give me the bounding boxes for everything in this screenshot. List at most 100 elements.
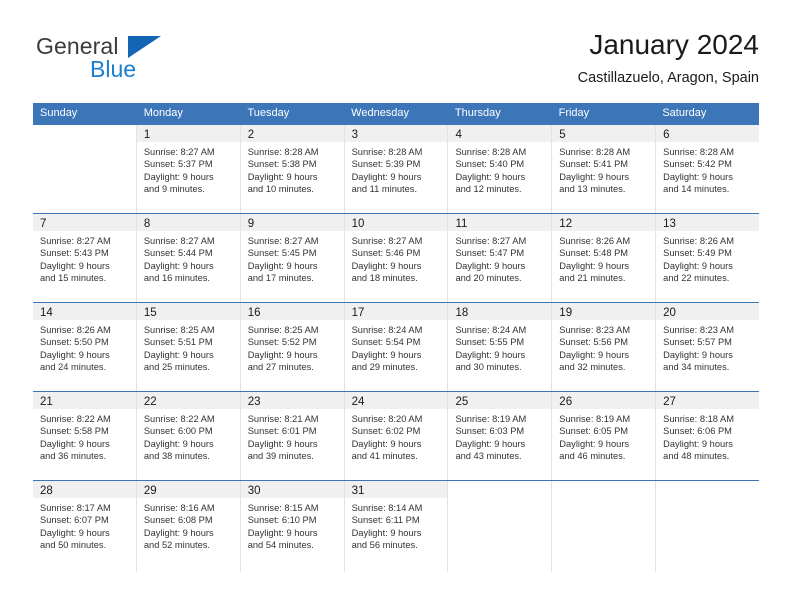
calendar-day-cell[interactable]: 21 Sunrise: 8:22 AM Sunset: 5:58 PM Dayligh… <box>33 392 137 480</box>
daylight-text-line2: and 10 minutes. <box>247 184 314 195</box>
day-details: Sunrise: 8:27 AM Sunset: 5:45 PM Daylight:… <box>241 231 344 285</box>
calendar-week-row: 7 Sunrise: 8:27 AM Sunset: 5:43 PM Daylight… <box>33 213 760 302</box>
calendar-day-cell[interactable]: 29 Sunrise: 8:16 AM Sunset: 6:08 PM Dayligh… <box>136 481 241 572</box>
sunset-text: Sunset: 5:51 PM <box>143 337 213 348</box>
day-number-band: 26 <box>552 392 656 409</box>
weekday-header-tuesday: Tuesday <box>247 107 290 119</box>
calendar-day-cell[interactable]: 31 Sunrise: 8:14 AM Sunset: 6:11 PM Dayligh… <box>344 481 449 572</box>
sunrise-text: Sunrise: 8:27 AM <box>455 236 527 246</box>
day-details <box>552 498 655 502</box>
day-details <box>656 498 759 502</box>
daylight-text-line2: and 27 minutes. <box>247 362 314 373</box>
day-details: Sunrise: 8:16 AM Sunset: 6:08 PM Daylight:… <box>137 498 240 552</box>
calendar-day-cell[interactable]: 24 Sunrise: 8:20 AM Sunset: 6:02 PM Dayligh… <box>344 392 449 480</box>
sunset-text: Sunset: 6:07 PM <box>40 515 109 526</box>
day-number: 3 <box>351 129 358 141</box>
calendar-day-cell-empty <box>33 125 137 213</box>
daylight-text-line1: Daylight: 9 hours <box>351 171 422 182</box>
day-number-band: 10 <box>344 214 448 231</box>
calendar-day-cell[interactable]: 17 Sunrise: 8:24 AM Sunset: 5:54 PM Dayligh… <box>344 303 449 391</box>
daylight-text-line2: and 46 minutes. <box>559 451 626 462</box>
calendar-day-cell[interactable]: 18 Sunrise: 8:24 AM Sunset: 5:55 PM Dayligh… <box>448 303 553 391</box>
weekday-header-sunday: Sunday <box>40 107 78 119</box>
sunset-text: Sunset: 6:01 PM <box>247 426 317 437</box>
daylight-text-line2: and 15 minutes. <box>40 273 107 284</box>
daylight-text-line2: and 20 minutes. <box>455 273 522 284</box>
day-details: Sunrise: 8:22 AM Sunset: 5:58 PM Daylight:… <box>33 409 136 463</box>
day-details: Sunrise: 8:27 AM Sunset: 5:44 PM Daylight:… <box>137 231 240 285</box>
day-number-band: 29 <box>136 481 240 498</box>
calendar-day-cell[interactable]: 25 Sunrise: 8:19 AM Sunset: 6:03 PM Dayligh… <box>448 392 553 480</box>
calendar-day-cell[interactable]: 16 Sunrise: 8:25 AM Sunset: 5:52 PM Dayligh… <box>240 303 345 391</box>
day-number-band: 4 <box>448 125 552 142</box>
daylight-text-line1: Daylight: 9 hours <box>455 349 526 360</box>
calendar-day-cell[interactable]: 13 Sunrise: 8:26 AM Sunset: 5:49 PM Dayligh… <box>656 214 760 302</box>
calendar-day-cell[interactable]: 14 Sunrise: 8:26 AM Sunset: 5:50 PM Dayligh… <box>33 303 137 391</box>
calendar-day-cell[interactable]: 4 Sunrise: 8:28 AM Sunset: 5:40 PM Daylight… <box>448 125 553 213</box>
daylight-text-line1: Daylight: 9 hours <box>351 349 422 360</box>
calendar-week-row: 14 Sunrise: 8:26 AM Sunset: 5:50 PM Dayligh… <box>33 302 760 391</box>
weekday-header-friday: Friday <box>558 107 590 119</box>
daylight-text-line1: Daylight: 9 hours <box>559 171 630 182</box>
weekday-header-thursday: Thursday <box>454 107 501 119</box>
calendar-day-cell[interactable]: 8 Sunrise: 8:27 AM Sunset: 5:44 PM Daylight… <box>136 214 241 302</box>
sunset-text: Sunset: 6:08 PM <box>143 515 213 526</box>
sunrise-text: Sunrise: 8:25 AM <box>247 325 319 335</box>
day-number-band: 21 <box>33 392 136 409</box>
logo-text-blue: Blue <box>90 56 137 82</box>
calendar-day-cell[interactable]: 27 Sunrise: 8:18 AM Sunset: 6:06 PM Dayligh… <box>656 392 760 480</box>
day-number-band: 11 <box>448 214 552 231</box>
daylight-text-line2: and 39 minutes. <box>247 451 314 462</box>
sunset-text: Sunset: 5:48 PM <box>559 248 629 259</box>
day-number: 4 <box>455 129 462 141</box>
daylight-text-line1: Daylight: 9 hours <box>559 260 630 271</box>
day-number-band: 2 <box>240 125 344 142</box>
day-number: 2 <box>247 129 255 141</box>
daylight-text-line2: and 18 minutes. <box>351 273 418 284</box>
calendar-day-cell[interactable]: 7 Sunrise: 8:27 AM Sunset: 5:43 PM Daylight… <box>33 214 137 302</box>
title-block: January 2024 Castillazuelo, Aragon, Spai… <box>578 28 759 88</box>
sunset-text: Sunset: 5:38 PM <box>247 159 317 170</box>
daylight-text-line2: and 16 minutes. <box>143 273 211 284</box>
sunset-text: Sunset: 6:00 PM <box>143 426 213 437</box>
calendar-day-cell[interactable]: 23 Sunrise: 8:21 AM Sunset: 6:01 PM Dayligh… <box>240 392 345 480</box>
day-number: 19 <box>559 307 573 319</box>
calendar-day-cell[interactable]: 6 Sunrise: 8:28 AM Sunset: 5:42 PM Daylight… <box>656 125 760 213</box>
day-number: 24 <box>351 396 365 408</box>
calendar-day-cell[interactable]: 28 Sunrise: 8:17 AM Sunset: 6:07 PM Dayligh… <box>33 481 137 572</box>
daylight-text-line1: Daylight: 9 hours <box>455 260 526 271</box>
calendar-day-cell[interactable]: 10 Sunrise: 8:27 AM Sunset: 5:46 PM Dayligh… <box>344 214 449 302</box>
calendar-day-cell[interactable]: 2 Sunrise: 8:28 AM Sunset: 5:38 PM Daylight… <box>240 125 345 213</box>
daylight-text-line1: Daylight: 9 hours <box>663 260 733 271</box>
sunset-text: Sunset: 6:05 PM <box>559 426 629 437</box>
calendar-day-cell[interactable]: 1 Sunrise: 8:27 AM Sunset: 5:37 PM Daylight… <box>136 125 241 213</box>
calendar-day-cell[interactable]: 11 Sunrise: 8:27 AM Sunset: 5:47 PM Dayligh… <box>448 214 553 302</box>
day-number-band: 16 <box>240 303 344 320</box>
day-details <box>448 498 551 502</box>
calendar-day-cell[interactable]: 22 Sunrise: 8:22 AM Sunset: 6:00 PM Dayligh… <box>136 392 241 480</box>
day-number: 13 <box>663 218 676 230</box>
calendar-day-cell[interactable]: 9 Sunrise: 8:27 AM Sunset: 5:45 PM Daylight… <box>240 214 345 302</box>
calendar-day-cell[interactable]: 15 Sunrise: 8:25 AM Sunset: 5:51 PM Dayligh… <box>136 303 241 391</box>
day-details: Sunrise: 8:28 AM Sunset: 5:38 PM Daylight:… <box>241 142 344 196</box>
day-details: Sunrise: 8:25 AM Sunset: 5:51 PM Daylight:… <box>137 320 240 374</box>
calendar-weeks: 1 Sunrise: 8:27 AM Sunset: 5:37 PM Daylight… <box>33 124 760 572</box>
general-blue-logo[interactable]: General Blue <box>33 33 243 95</box>
daylight-text-line1: Daylight: 9 hours <box>247 438 318 449</box>
sunset-text: Sunset: 5:41 PM <box>559 159 629 170</box>
calendar-day-cell[interactable]: 20 Sunrise: 8:23 AM Sunset: 5:57 PM Dayligh… <box>656 303 760 391</box>
day-number: 11 <box>455 218 468 230</box>
calendar-day-cell[interactable]: 12 Sunrise: 8:26 AM Sunset: 5:48 PM Dayligh… <box>552 214 657 302</box>
calendar-day-cell[interactable]: 5 Sunrise: 8:28 AM Sunset: 5:41 PM Daylight… <box>552 125 657 213</box>
calendar-day-cell[interactable]: 30 Sunrise: 8:15 AM Sunset: 6:10 PM Dayligh… <box>240 481 345 572</box>
day-number: 14 <box>40 307 53 319</box>
daylight-text-line2: and 13 minutes. <box>559 184 626 195</box>
calendar-day-cell[interactable]: 26 Sunrise: 8:19 AM Sunset: 6:05 PM Dayligh… <box>552 392 657 480</box>
day-details: Sunrise: 8:27 AM Sunset: 5:37 PM Daylight:… <box>137 142 240 196</box>
day-details: Sunrise: 8:15 AM Sunset: 6:10 PM Daylight:… <box>241 498 344 552</box>
day-number: 31 <box>351 485 365 497</box>
day-number-band: 19 <box>552 303 656 320</box>
calendar-day-cell[interactable]: 3 Sunrise: 8:28 AM Sunset: 5:39 PM Daylight… <box>344 125 449 213</box>
day-details: Sunrise: 8:28 AM Sunset: 5:39 PM Daylight:… <box>345 142 448 196</box>
calendar-day-cell[interactable]: 19 Sunrise: 8:23 AM Sunset: 5:56 PM Dayligh… <box>552 303 657 391</box>
